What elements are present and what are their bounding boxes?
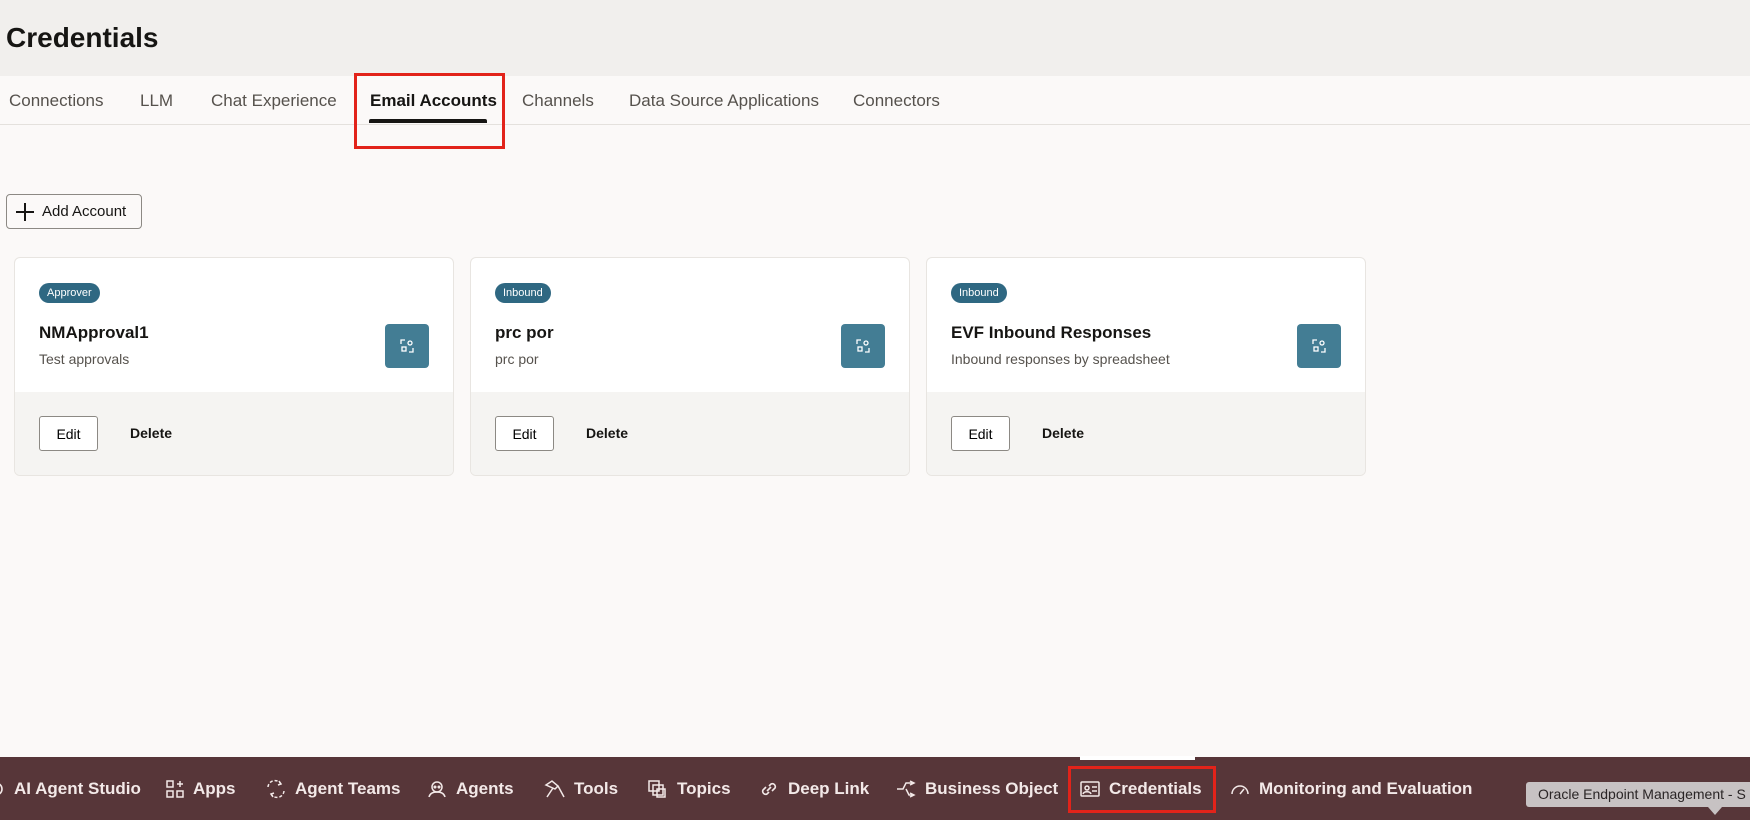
nav-label: Agents [456, 778, 514, 798]
bottom-nav-bar: AI Agent Studio Apps Agent Teams Agents … [0, 757, 1750, 820]
plus-icon [16, 202, 34, 221]
nav-agents[interactable]: Agents [426, 757, 514, 820]
email-settings-icon [1312, 339, 1326, 353]
tab-data-source-applications[interactable]: Data Source Applications [629, 91, 819, 111]
nav-label: Agent Teams [295, 778, 401, 798]
account-action-button[interactable] [841, 324, 885, 368]
add-account-label: Add Account [42, 203, 127, 220]
card-footer: Edit Delete [15, 392, 453, 475]
delete-button[interactable]: Delete [130, 425, 172, 441]
tab-connectors[interactable]: Connectors [853, 91, 940, 111]
nav-label: Tools [574, 778, 619, 798]
email-settings-icon [400, 339, 414, 353]
nav-deep-link[interactable]: Deep Link [758, 757, 869, 820]
add-account-button[interactable]: Add Account [6, 194, 142, 229]
nav-label: Monitoring and Evaluation [1259, 778, 1473, 798]
nav-label: Business Object [925, 778, 1059, 798]
page-title: Credentials [6, 22, 159, 53]
account-title: NMApproval1 [39, 323, 149, 342]
account-card: Approver NMApproval1 Test approvals Edit… [14, 257, 454, 476]
tooltip-arrow [1708, 807, 1722, 815]
nav-ai-agent-studio[interactable]: AI Agent Studio [0, 757, 141, 820]
nav-tools[interactable]: Tools [544, 757, 618, 820]
nav-agent-teams[interactable]: Agent Teams [265, 757, 401, 820]
nav-monitoring-and-evaluation[interactable]: Monitoring and Evaluation [1229, 757, 1472, 820]
link-icon [761, 782, 777, 795]
nav-label: Apps [193, 778, 236, 798]
tab-bar: Connections LLM Chat Experience Email Ac… [0, 76, 1750, 125]
delete-button[interactable]: Delete [586, 425, 628, 441]
active-nav-indicator [1080, 756, 1195, 760]
highlight-box-email-accounts [354, 73, 505, 149]
account-action-button[interactable] [385, 324, 429, 368]
tab-channels[interactable]: Channels [522, 91, 594, 111]
card-footer: Edit Delete [927, 392, 1365, 475]
nav-label: AI Agent Studio [14, 778, 141, 798]
topics-icon [648, 779, 666, 798]
card-footer: Edit Delete [471, 392, 909, 475]
tab-connections[interactable]: Connections [9, 91, 104, 111]
account-description: Inbound responses by spreadsheet [951, 351, 1170, 367]
tooltip: Oracle Endpoint Management - S [1526, 782, 1750, 807]
account-card: Inbound prc por prc por Edit Delete [470, 257, 910, 476]
account-description: Test approvals [39, 351, 130, 367]
agent-teams-icon [267, 779, 285, 798]
agent-icon [428, 780, 446, 797]
page-header: Credentials [0, 0, 1750, 76]
account-card: Inbound EVF Inbound Responses Inbound re… [926, 257, 1366, 476]
role-badge: Inbound [495, 283, 551, 303]
role-badge: Approver [39, 283, 100, 303]
tab-chat-experience[interactable]: Chat Experience [211, 91, 337, 111]
nav-business-object[interactable]: Business Object [895, 757, 1058, 820]
nav-apps[interactable]: Apps [165, 757, 236, 820]
gauge-icon [1231, 784, 1249, 794]
account-title: EVF Inbound Responses [951, 323, 1152, 342]
studio-icon [0, 783, 3, 794]
edit-button[interactable]: Edit [39, 416, 98, 451]
account-description: prc por [495, 351, 539, 367]
edit-button[interactable]: Edit [951, 416, 1010, 451]
edit-button[interactable]: Edit [495, 416, 554, 451]
email-settings-icon [856, 339, 870, 353]
role-badge: Inbound [951, 283, 1007, 303]
account-action-button[interactable] [1297, 324, 1341, 368]
nav-topics[interactable]: Topics [647, 757, 731, 820]
tools-icon [544, 779, 565, 797]
account-title: prc por [495, 323, 554, 342]
delete-button[interactable]: Delete [1042, 425, 1084, 441]
business-object-icon [897, 779, 916, 798]
nav-label: Deep Link [788, 778, 870, 798]
tab-llm[interactable]: LLM [140, 91, 173, 111]
highlight-box-credentials [1068, 766, 1216, 813]
nav-label: Topics [677, 778, 731, 798]
apps-icon [166, 779, 184, 798]
